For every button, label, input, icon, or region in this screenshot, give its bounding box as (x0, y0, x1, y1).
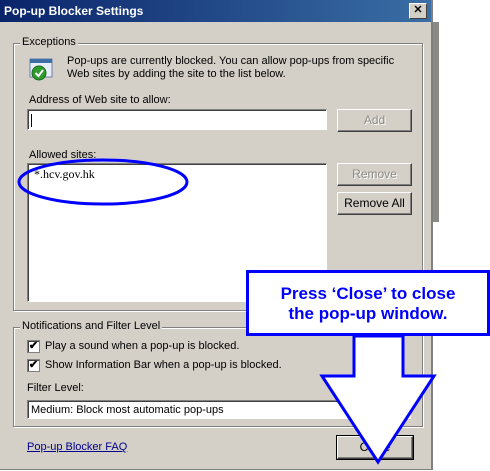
instruction-callout: Press ‘Close’ to close the pop-up window… (246, 270, 490, 336)
highlight-ellipse (17, 158, 189, 206)
callout-line1: Press ‘Close’ to close (280, 284, 456, 303)
annotation-overlay (17, 158, 437, 465)
down-arrow-icon (319, 334, 437, 465)
callout-line2: the pop-up window. (288, 304, 448, 323)
